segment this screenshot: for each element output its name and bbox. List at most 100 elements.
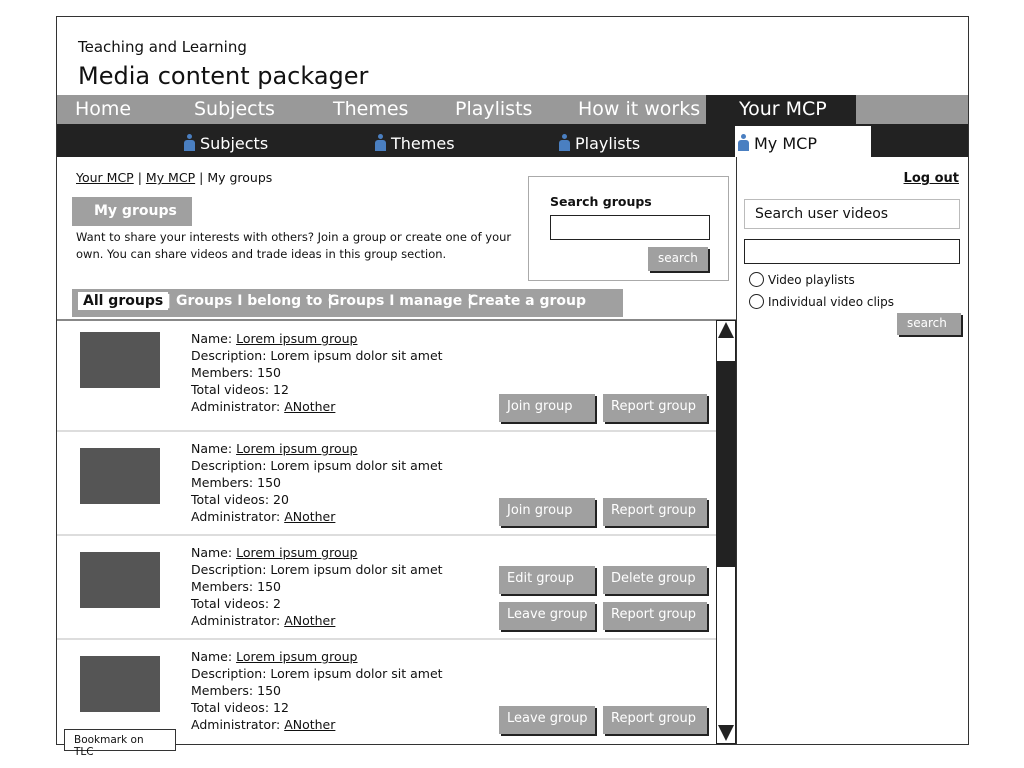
- group-tabs: All groups | Groups I belong to | Groups…: [72, 289, 623, 317]
- leave-group-button[interactable]: Leave group: [499, 706, 595, 734]
- group-row: Name: Lorem ipsum group Description: Lor…: [57, 536, 716, 640]
- group-members: Members: 150: [191, 475, 281, 490]
- person-icon: [738, 134, 749, 151]
- logout-link[interactable]: Log out: [904, 171, 959, 186]
- group-videos: Total videos: 12: [191, 382, 289, 397]
- search-groups-button[interactable]: search: [648, 247, 708, 271]
- admin-label: Administrator:: [191, 509, 281, 524]
- group-name-link[interactable]: Lorem ipsum group: [236, 331, 357, 346]
- group-members: Members: 150: [191, 683, 281, 698]
- search-groups-label: Search groups: [550, 194, 652, 209]
- radio-label: Video playlists: [768, 273, 855, 287]
- group-videos: Total videos: 12: [191, 700, 289, 715]
- group-info: Name: Lorem ipsum group Description: Lor…: [191, 440, 443, 525]
- join-group-button[interactable]: Join group: [499, 394, 595, 422]
- group-videos: Total videos: 20: [191, 492, 289, 507]
- subnav-themes[interactable]: Themes: [375, 134, 455, 153]
- person-icon: [375, 134, 386, 151]
- radio-icon: [749, 272, 764, 287]
- admin-label: Administrator:: [191, 399, 281, 414]
- nav-playlists[interactable]: Playlists: [455, 98, 532, 120]
- group-row: Name: Lorem ipsum group Description: Lor…: [57, 320, 716, 432]
- scroll-up-icon[interactable]: [718, 322, 734, 338]
- tab-all-groups[interactable]: All groups: [78, 292, 169, 310]
- subnav-subjects[interactable]: Subjects: [184, 134, 268, 153]
- sub-nav: Subjects Themes Playlists My MCP: [57, 124, 968, 157]
- breadcrumb-current: My groups: [207, 170, 273, 185]
- tab-create-group[interactable]: Create a group: [468, 293, 586, 309]
- nav-how-it-works[interactable]: How it works: [578, 98, 700, 120]
- site-subtitle: Teaching and Learning: [78, 38, 247, 56]
- nav-subjects[interactable]: Subjects: [194, 98, 275, 120]
- tab-groups-i-manage[interactable]: Groups I manage |: [328, 293, 472, 309]
- report-group-button[interactable]: Report group: [603, 394, 707, 422]
- group-description: Description: Lorem ipsum dolor sit amet: [191, 666, 443, 681]
- sidebar-search-button[interactable]: search: [897, 313, 961, 335]
- radio-label: Individual video clips: [768, 295, 894, 309]
- group-members: Members: 150: [191, 365, 281, 380]
- group-videos: Total videos: 2: [191, 596, 281, 611]
- admin-link[interactable]: ANother: [284, 399, 335, 414]
- group-thumbnail: [80, 448, 160, 504]
- report-group-button[interactable]: Report group: [603, 498, 707, 526]
- group-thumbnail: [80, 332, 160, 388]
- sidebar: Log out Search user videos Video playlis…: [736, 157, 968, 744]
- nav-your-mcp[interactable]: Your MCP: [706, 95, 856, 124]
- name-label: Name:: [191, 331, 233, 346]
- breadcrumb: Your MCP | My MCP | My groups: [76, 170, 272, 185]
- admin-link[interactable]: ANother: [284, 509, 335, 524]
- subnav-my-mcp[interactable]: My MCP: [735, 126, 871, 157]
- breadcrumb-my-mcp[interactable]: My MCP: [146, 170, 195, 185]
- radio-icon: [749, 294, 764, 309]
- scrollbar[interactable]: [716, 320, 736, 744]
- group-thumbnail: [80, 656, 160, 712]
- group-info: Name: Lorem ipsum group Description: Lor…: [191, 544, 443, 629]
- admin-link[interactable]: ANother: [284, 613, 335, 628]
- name-label: Name:: [191, 441, 233, 456]
- tab-groups-i-belong-to[interactable]: | Groups I belong to |: [166, 293, 332, 309]
- breadcrumb-your-mcp[interactable]: Your MCP: [76, 170, 134, 185]
- group-name-link[interactable]: Lorem ipsum group: [236, 545, 357, 560]
- subnav-label: Themes: [391, 134, 455, 153]
- scroll-thumb[interactable]: [717, 361, 735, 567]
- person-icon: [559, 134, 570, 151]
- radio-individual-clips[interactable]: Individual video clips: [749, 294, 894, 309]
- group-members: Members: 150: [191, 579, 281, 594]
- report-group-button[interactable]: Report group: [603, 706, 707, 734]
- subnav-label: Playlists: [575, 134, 641, 153]
- group-thumbnail: [80, 552, 160, 608]
- intro-text: Want to share your interests with others…: [76, 230, 512, 261]
- sidebar-search-title: Search user videos: [744, 199, 960, 229]
- subnav-playlists[interactable]: Playlists: [559, 134, 640, 153]
- group-name-link[interactable]: Lorem ipsum group: [236, 649, 357, 664]
- admin-label: Administrator:: [191, 613, 281, 628]
- admin-label: Administrator:: [191, 717, 281, 732]
- delete-group-button[interactable]: Delete group: [603, 566, 707, 594]
- group-description: Description: Lorem ipsum dolor sit amet: [191, 348, 443, 363]
- group-info: Name: Lorem ipsum group Description: Lor…: [191, 330, 443, 415]
- leave-group-button[interactable]: Leave group: [499, 602, 595, 630]
- join-group-button[interactable]: Join group: [499, 498, 595, 526]
- nav-home[interactable]: Home: [75, 98, 131, 120]
- nav-themes[interactable]: Themes: [333, 98, 408, 120]
- report-group-button[interactable]: Report group: [603, 602, 707, 630]
- subnav-label: My MCP: [754, 134, 817, 153]
- page-title: Media content packager: [78, 62, 369, 90]
- group-description: Description: Lorem ipsum dolor sit amet: [191, 562, 443, 577]
- group-description: Description: Lorem ipsum dolor sit amet: [191, 458, 443, 473]
- name-label: Name:: [191, 649, 233, 664]
- radio-video-playlists[interactable]: Video playlists: [749, 272, 855, 287]
- section-heading: My groups: [72, 197, 192, 226]
- admin-link[interactable]: ANother: [284, 717, 335, 732]
- person-icon: [184, 134, 195, 151]
- sidebar-search-input[interactable]: [744, 239, 960, 264]
- bookmark-button[interactable]: Bookmark on TLC: [64, 729, 176, 758]
- subnav-label: Subjects: [200, 134, 269, 153]
- group-info: Name: Lorem ipsum group Description: Lor…: [191, 648, 443, 733]
- search-groups-box: Search groups search: [528, 176, 729, 281]
- scroll-down-icon[interactable]: [718, 725, 734, 741]
- edit-group-button[interactable]: Edit group: [499, 566, 595, 594]
- search-groups-input[interactable]: [550, 215, 710, 240]
- group-name-link[interactable]: Lorem ipsum group: [236, 441, 357, 456]
- name-label: Name:: [191, 545, 233, 560]
